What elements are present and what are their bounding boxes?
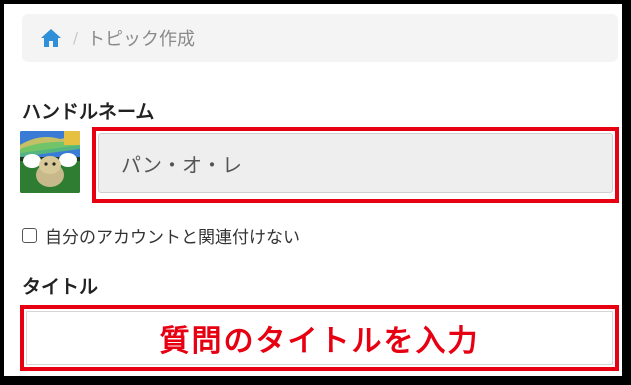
- unlink-account-label: 自分のアカウントと関連付けない: [45, 228, 300, 248]
- breadcrumb: / トピック作成: [22, 14, 618, 62]
- title-input[interactable]: 質問のタイトルを入力: [26, 311, 613, 365]
- handle-name-input[interactable]: パン・オ・レ: [98, 133, 613, 193]
- title-label: タイトル: [22, 276, 99, 298]
- breadcrumb-current: トピック作成: [87, 29, 196, 50]
- home-icon[interactable]: [40, 28, 62, 48]
- unlink-account-checkbox[interactable]: [22, 228, 37, 243]
- avatar[interactable]: [20, 131, 80, 193]
- breadcrumb-separator: /: [73, 29, 79, 47]
- handle-label: ハンドルネーム: [22, 101, 155, 123]
- unlink-account-row[interactable]: 自分のアカウントと関連付けない: [22, 223, 300, 248]
